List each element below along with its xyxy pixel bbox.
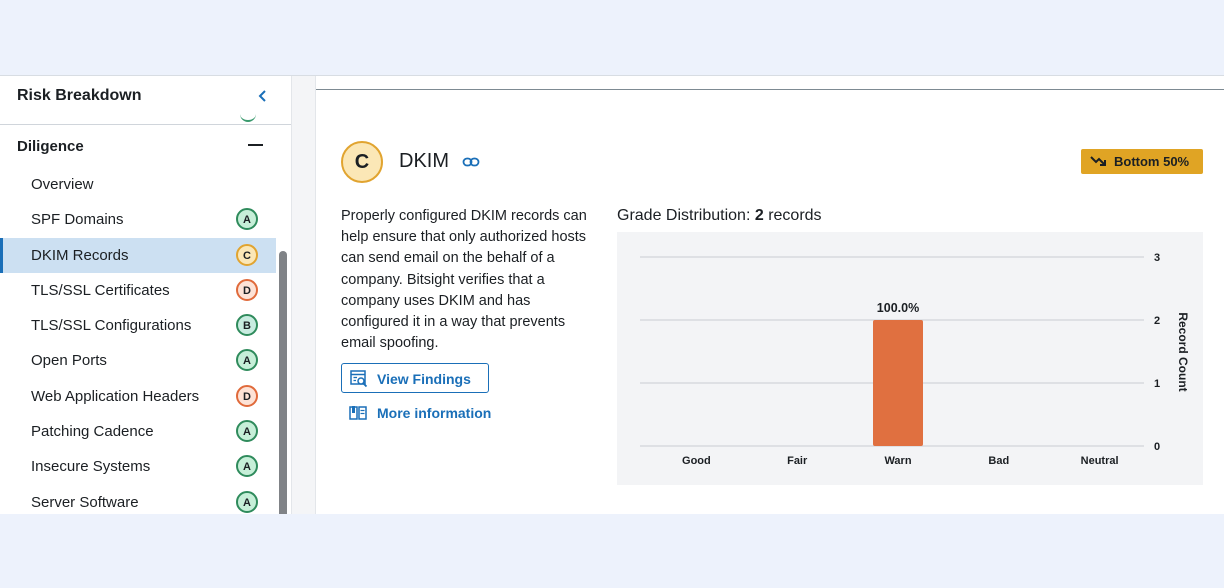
distribution-count: 2 (754, 207, 764, 224)
grade-badge: A (236, 349, 258, 372)
distribution-prefix: Grade Distribution: (617, 207, 755, 224)
main-panel: C DKIM Bottom 50% Properly configured DK… (316, 76, 1224, 514)
sidebar-item-label: Web Application Headers (31, 387, 200, 405)
sidebar-item[interactable]: TLS/SSL Configurations B (0, 308, 276, 343)
more-information-label: More information (377, 405, 492, 421)
sidebar-item[interactable]: Insecure Systems A (0, 449, 276, 484)
y-axis-label: Record Count (1176, 312, 1190, 391)
sidebar-item[interactable]: SPF Domains A (0, 202, 276, 237)
app-frame: Risk Breakdown Diligence Overview SPF Dom… (0, 75, 1224, 514)
grade-badge: A (236, 455, 258, 478)
distribution-title: Grade Distribution: 2 records (617, 207, 822, 225)
view-findings-button[interactable]: View Findings (341, 363, 489, 393)
sidebar-item[interactable]: TLS/SSL Certificates D (0, 273, 276, 308)
sidebar-item[interactable]: DKIM Records C (0, 237, 276, 274)
sidebar-item-label: Overview (31, 176, 94, 193)
sidebar-item[interactable]: Overview (0, 167, 276, 202)
scrollbar-thumb[interactable] (279, 251, 287, 514)
grade-badge: C (236, 243, 258, 266)
badge-label: Bottom 50% (1114, 154, 1190, 169)
y-tick-label: 0 (1154, 441, 1160, 453)
data-label: 100.0% (877, 301, 919, 315)
grade-badge: D (236, 384, 258, 407)
sidebar-item-label: TLS/SSL Certificates (31, 281, 170, 299)
sidebar-item[interactable]: Patching Cadence A (0, 414, 276, 449)
description-text: Properly configured DKIM records can hel… (341, 208, 587, 352)
sidebar-scrollbar[interactable] (279, 251, 287, 514)
link-icon[interactable] (462, 154, 480, 170)
grade-badge: B (236, 314, 258, 337)
grade-badge-peek (240, 112, 256, 122)
sidebar-item-label: Server Software (31, 493, 139, 511)
sidebar-header: Risk Breakdown (0, 76, 291, 125)
page-title: DKIM (399, 150, 449, 172)
sidebar-item-label: Insecure Systems (31, 458, 151, 476)
distribution-suffix: records (763, 207, 822, 224)
more-information-link[interactable]: More information (349, 404, 509, 424)
sidebar-item-label: SPF Domains (31, 211, 124, 229)
sidebar-item[interactable]: Web Application Headers D (0, 379, 276, 414)
sidebar-item-label: TLS/SSL Configurations (31, 317, 192, 335)
minus-icon[interactable] (248, 144, 263, 146)
sidebar-item[interactable]: Open Ports A (0, 343, 276, 378)
grade-distribution-chart: 0 1 2 3 Good Fair 100.0% Warn Bad Neutral Record C… (617, 232, 1203, 485)
sidebar-item-label: DKIM Records (31, 246, 129, 264)
grade-badge: A (236, 490, 258, 513)
sidebar-item[interactable]: Server Software A (0, 485, 276, 514)
chevron-left-icon[interactable] (254, 86, 272, 106)
findings-icon (350, 370, 368, 388)
section-title: Diligence (17, 138, 84, 155)
x-tick-label: Good (682, 455, 711, 467)
sidebar-title: Risk Breakdown (17, 87, 142, 104)
section-diligence[interactable]: Diligence (0, 125, 276, 165)
sidebar-item-label: Patching Cadence (31, 423, 154, 441)
divider-gutter (292, 76, 316, 514)
x-tick-label: Bad (988, 455, 1009, 467)
x-tick-label: Fair (787, 455, 808, 467)
grade-badge-large: C (341, 141, 383, 183)
risk-sidebar: Risk Breakdown Diligence Overview SPF Dom… (0, 76, 292, 514)
trend-down-icon (1090, 154, 1106, 168)
x-tick-label: Warn (884, 455, 911, 467)
y-tick-label: 3 (1154, 252, 1160, 264)
x-tick-label: Neutral (1081, 455, 1119, 467)
view-findings-label: View Findings (377, 371, 471, 387)
grade-badge: A (236, 420, 258, 443)
sidebar-list: Overview SPF Domains A DKIM Records C TLS/SSL… (0, 167, 276, 514)
bar (873, 320, 923, 446)
chart-svg: 0 1 2 3 Good Fair 100.0% Warn Bad Neutral Record C… (640, 252, 1190, 467)
percentile-badge: Bottom 50% (1081, 149, 1203, 174)
book-icon (349, 405, 367, 421)
grade-badge: D (236, 278, 258, 301)
divider (316, 89, 1224, 90)
grade-badge: A (236, 208, 258, 231)
y-tick-label: 1 (1154, 378, 1160, 390)
y-tick-label: 2 (1154, 315, 1160, 327)
sidebar-item-label: Open Ports (31, 352, 107, 370)
